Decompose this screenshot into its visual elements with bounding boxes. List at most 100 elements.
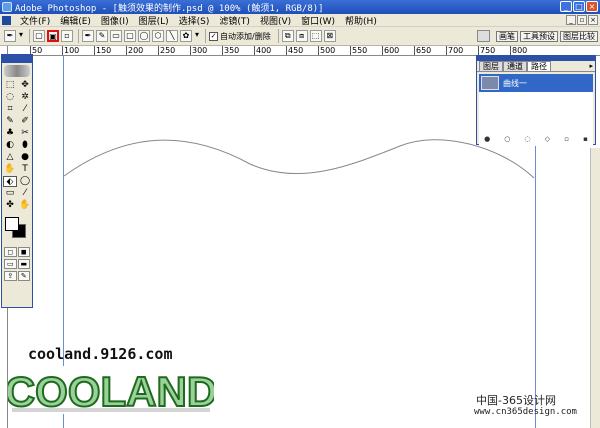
blur-tool-icon[interactable]: △ [3,152,17,163]
freeform-pen-icon[interactable]: ✎ [96,30,108,42]
standard-mode-icon[interactable]: ◻ [4,247,17,257]
panel-menu-icon[interactable]: ▸ [589,62,593,70]
menu-image[interactable]: 图像(I) [96,14,134,27]
subtract-path-icon[interactable]: ⧈ [295,30,308,42]
slice-tool-icon[interactable]: ⁄ [18,104,32,115]
type-tool-icon[interactable]: T [18,164,32,175]
watermark-url: cooland.9126.com [28,345,173,363]
menu-window[interactable]: 窗口(W) [296,14,340,27]
move-tool-icon[interactable]: ✥ [18,80,32,91]
site-credit-cn: 中国-365设计网 [476,394,556,407]
auto-add-delete-checkbox[interactable]: ✓ [209,31,218,41]
magic-wand-tool-icon[interactable]: ✲ [18,92,32,103]
doc-minimize-button[interactable]: _ [566,15,576,25]
notes-tool-icon[interactable]: ▭ [3,188,17,199]
ellipse-icon[interactable]: ◯ [138,30,150,42]
minimize-button[interactable]: _ [560,1,572,12]
full-screen-icon[interactable]: ▬ [17,259,30,269]
delete-path-icon[interactable]: ▪ [583,135,588,143]
zoom-tool-icon[interactable]: ✋ [18,200,32,211]
menu-file[interactable]: 文件(F) [15,14,55,27]
tab-paths[interactable]: 路径 [527,61,551,71]
screen-mode-row: ▭ ▬ [2,258,32,270]
tab-layers[interactable]: 图层 [479,61,503,71]
make-work-path-icon[interactable]: ◇ [545,135,550,143]
new-path-icon[interactable]: ▫ [564,135,569,143]
palette-well: 画笔 工具预设 图层比较 [477,30,598,42]
close-button[interactable]: × [586,1,598,12]
dropdown-arrow-icon[interactable]: ▾ [18,30,24,42]
doc-close-button[interactable]: × [588,15,598,25]
hand-tool-icon[interactable]: ✤ [3,200,17,211]
lasso-tool-icon[interactable]: ◌ [3,92,17,103]
menu-edit[interactable]: 编辑(E) [55,14,96,27]
add-to-path-icon[interactable]: ⧉ [281,30,294,42]
menu-select[interactable]: 选择(S) [174,14,215,27]
path-selection-icon[interactable]: ✋ [3,164,17,175]
ruler-tick-label: 650 [414,46,432,55]
pen-tool-preset-icon[interactable]: ✒ [4,30,16,42]
ruler-tick-label: 400 [254,46,272,55]
tab-channels[interactable]: 通道 [503,61,527,71]
ruler-tick-label: 250 [158,46,176,55]
feather-icon[interactable] [4,65,30,77]
custom-shape-icon[interactable]: ✿ [180,30,192,42]
menu-layer[interactable]: 图层(L) [134,14,174,27]
eraser-tool-icon[interactable]: ◐ [3,140,17,151]
healing-brush-icon[interactable]: ✎ [3,116,17,127]
standard-screen-icon[interactable]: ▭ [4,259,17,269]
clone-stamp-icon[interactable]: ♣ [3,128,17,139]
menu-filter[interactable]: 滤镜(T) [214,14,255,27]
shape-tool-icon[interactable]: ◯ [18,176,32,187]
path-row[interactable]: 曲线一 [479,74,593,92]
intersect-path-icon[interactable]: ⬚ [309,30,322,42]
toolbox-title-bar[interactable] [2,55,32,63]
ruler-tick-label: 500 [318,46,336,55]
marquee-tool-icon[interactable]: ⬚ [3,80,17,91]
pen-icon[interactable]: ✒ [82,30,94,42]
foreground-color-swatch[interactable] [5,217,19,231]
quick-mask-icon[interactable]: ◼ [17,247,30,257]
brush-tool-icon[interactable]: ✐ [18,116,32,127]
jump-to-imageready-icon[interactable]: ⇪ [4,271,17,281]
ruler-tick-label: 300 [190,46,208,55]
doc-restore-button[interactable]: ▫ [577,15,587,25]
ruler-tick-label: 600 [382,46,400,55]
title-bar[interactable]: Adobe Photoshop - [触须效果的制作.psd @ 100% (触… [0,0,600,14]
toolbox: ⬚ ✥ ◌ ✲ ⌗ ⁄ ✎ ✐ ♣ ✂ ◐ ⬮ △ ● ✋ T ⬖ ◯ ▭ ⁄ … [1,54,33,308]
rectangle-icon[interactable]: ▭ [110,30,122,42]
paths-mode-icon[interactable]: ▣ [47,30,59,42]
dropdown-arrow-icon[interactable]: ▾ [194,30,200,42]
pen-tool-icon[interactable]: ⬖ [3,176,17,187]
history-brush-icon[interactable]: ✂ [18,128,32,139]
paths-panel: 图层 通道 路径 ▸ 曲线一 ● ○ ◌ ◇ ▫ ▪ [476,55,596,146]
tool-grid: ⬚ ✥ ◌ ✲ ⌗ ⁄ ✎ ✐ ♣ ✂ ◐ ⬮ △ ● ✋ T ⬖ ◯ ▭ ⁄ … [2,79,32,212]
rounded-rectangle-icon[interactable]: ▢ [124,30,136,42]
well-tab-brushes[interactable]: 画笔 [496,30,518,42]
brush-well-icon[interactable] [477,30,490,42]
eyedropper-tool-icon[interactable]: ⁄ [18,188,32,199]
well-tab-tool-presets[interactable]: 工具预设 [520,30,558,42]
menu-help[interactable]: 帮助(H) [340,14,382,27]
ruler-tick-label: 550 [350,46,368,55]
mask-mode-row: ◻ ◼ [2,246,32,258]
crop-tool-icon[interactable]: ⌗ [3,104,17,115]
exclude-path-icon[interactable]: ⊠ [323,30,336,42]
dodge-tool-icon[interactable]: ● [18,152,32,163]
paint-bucket-icon[interactable]: ⬮ [18,140,32,151]
window-title: Adobe Photoshop - [触须效果的制作.psd @ 100% (触… [15,3,324,14]
stroke-path-icon[interactable]: ○ [504,135,510,143]
document-icon [2,15,11,25]
well-tab-layer-comps[interactable]: 图层比较 [560,30,598,42]
polygon-icon[interactable]: ⬡ [152,30,164,42]
fill-pixels-icon[interactable]: ▫ [61,30,73,42]
fill-path-icon[interactable]: ● [484,135,490,143]
imageready-icon[interactable]: ✎ [17,271,30,281]
menu-view[interactable]: 视图(V) [255,14,296,27]
line-icon[interactable]: ╲ [166,30,178,42]
curve-path [63,139,535,179]
vertical-scrollbar[interactable] [590,148,600,428]
shape-layers-icon[interactable]: ▢ [33,30,45,42]
load-selection-icon[interactable]: ◌ [525,135,531,143]
maximize-button[interactable]: □ [573,1,585,12]
